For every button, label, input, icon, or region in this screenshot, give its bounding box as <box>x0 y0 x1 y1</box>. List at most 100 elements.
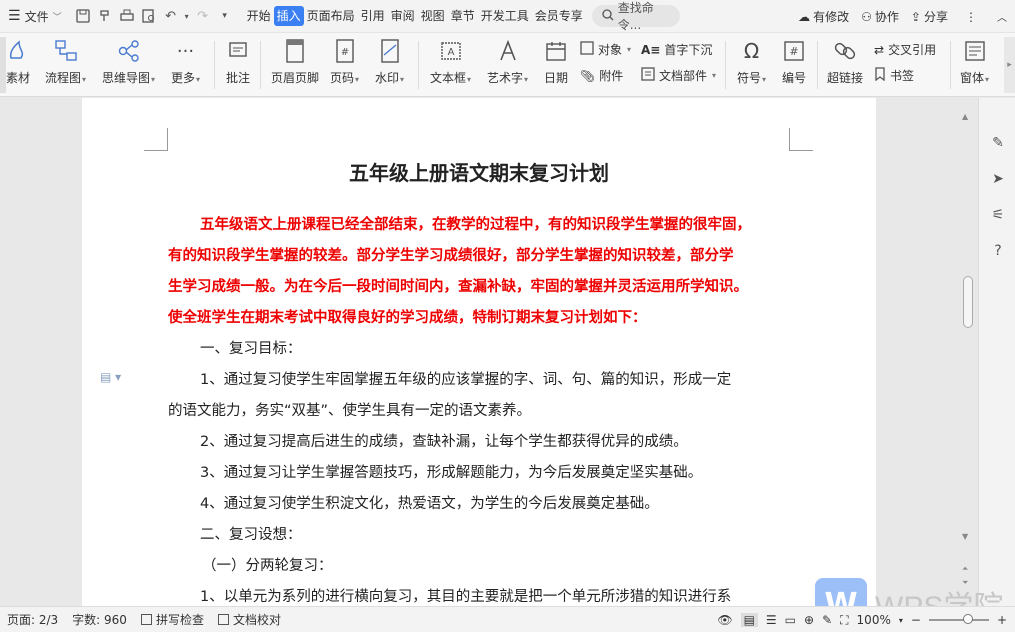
attachment-button[interactable]: 📎︎ 附件 <box>580 67 623 84</box>
spellcheck-toggle[interactable]: 拼写检查 <box>134 611 211 628</box>
paragraph-handle-icon[interactable]: ▤ ▾ <box>100 370 121 384</box>
bookmark-icon <box>874 67 886 84</box>
form-icon <box>963 39 987 63</box>
object-button[interactable]: 对象 ▾ <box>580 41 631 58</box>
ribbon-divider <box>725 41 726 89</box>
more-quick-icon[interactable]: ▾ <box>214 5 236 27</box>
format-painter-icon[interactable] <box>94 5 116 27</box>
date-button[interactable]: 日期 <box>544 39 568 86</box>
undo-icon[interactable]: ↶ <box>160 5 182 27</box>
outline-view-icon[interactable]: ☰ <box>766 613 777 627</box>
zoom-dropdown-icon[interactable]: ▾ <box>899 616 903 625</box>
ribbon-divider <box>260 41 261 89</box>
textbox-icon: A <box>439 39 463 63</box>
document-body: 五年级语文上册课程已经全部结束，在教学的过程中，有的知识段学生掌握的很牢固， 有… <box>168 210 798 606</box>
file-label: 文件 <box>24 9 49 24</box>
document-page[interactable]: 五年级上册语文期末复习计划 五年级语文上册课程已经全部结束，在教学的过程中，有的… <box>82 98 876 606</box>
header-footer-button[interactable]: 页眉页脚 <box>271 39 319 86</box>
flowchart-button[interactable]: 流程图▾ <box>45 39 86 86</box>
tab-home[interactable]: 开始 <box>244 6 274 26</box>
undo-dropdown-icon[interactable]: ▾ <box>182 5 192 27</box>
window-form-button[interactable]: 窗体▾ <box>960 39 989 86</box>
prev-page-icon[interactable]: ⏶ <box>962 564 968 574</box>
page-indicator[interactable]: 页面: 2/3 <box>0 611 65 628</box>
doc-parts-button[interactable]: 文档部件 ▾ <box>641 67 716 84</box>
tab-member[interactable]: 会员专享 <box>532 6 586 26</box>
page-number-icon: # <box>333 39 357 63</box>
file-menu[interactable]: ☰ 文件 ﹀ <box>4 5 66 27</box>
scroll-down-icon[interactable]: ▼ <box>962 532 968 541</box>
tab-chapter[interactable]: 章节 <box>448 6 478 26</box>
eye-protect-icon[interactable]: 👁︎ <box>717 613 732 627</box>
scrollbar-thumb[interactable] <box>963 276 973 328</box>
command-search-input[interactable]: 查找命令... <box>591 1 680 32</box>
object-icon <box>580 41 594 58</box>
mindmap-button[interactable]: 思维导图▾ <box>102 39 155 86</box>
intro-line: 五年级语文上册课程已经全部结束，在教学的过程中，有的知识段学生掌握的很牢固， <box>200 217 751 233</box>
zoom-level[interactable]: 100% <box>857 613 891 627</box>
menu-bar: ☰ 文件 ﹀ ↶ ▾ ↷ ▾ 开始 插入 页面布局 引用 审阅 视图 章节 开发… <box>0 0 1015 33</box>
dropcap-button[interactable]: A≡ 首字下沉 <box>641 41 712 58</box>
wordart-icon <box>496 39 520 63</box>
zoom-slider-knob[interactable] <box>962 614 973 624</box>
help-icon[interactable]: ? <box>989 242 1007 260</box>
tab-page-layout[interactable]: 页面布局 <box>304 6 358 26</box>
tab-developer[interactable]: 开发工具 <box>478 6 532 26</box>
calendar-icon <box>544 39 568 63</box>
collapse-ribbon-icon[interactable]: ︿ <box>989 9 1015 24</box>
word-count[interactable]: 字数: 960 <box>65 611 134 628</box>
paperclip-icon: 📎︎ <box>580 68 596 83</box>
edit-pen-icon[interactable]: ✎ <box>989 134 1007 152</box>
proofread-icon <box>217 614 229 625</box>
fit-page-icon[interactable]: ⛶ <box>840 613 848 628</box>
zoom-out-icon[interactable]: − <box>911 613 921 627</box>
zoom-slider[interactable] <box>928 614 989 624</box>
header-footer-icon <box>283 39 307 63</box>
status-bar: 页面: 2/3 字数: 960 拼写检查 文档校对 👁︎ ▤ ☰ ▭ ⊕ ✎ ⛶… <box>0 606 1015 632</box>
material-button[interactable]: 素材 <box>6 39 30 86</box>
textbox-button[interactable]: A 文本框▾ <box>430 39 471 86</box>
tab-references[interactable]: 引用 <box>358 6 388 26</box>
web-view-icon[interactable]: ⊕ <box>804 613 814 627</box>
svg-text:#: # <box>789 45 798 58</box>
print-preview-icon[interactable] <box>138 5 160 27</box>
more-menu-icon[interactable]: ⋮ <box>955 10 987 24</box>
page-view-icon[interactable]: ▤ <box>740 613 758 627</box>
crossref-icon: ⇄ <box>874 42 885 57</box>
share-button[interactable]: ⇪ 分享 <box>906 8 953 25</box>
tab-view[interactable]: 视图 <box>418 6 448 26</box>
bookmark-button[interactable]: 书签 <box>874 67 914 84</box>
zoom-in-icon[interactable]: + <box>997 613 1007 627</box>
redo-icon[interactable]: ↷ <box>192 5 214 27</box>
print-icon[interactable] <box>116 5 138 27</box>
hamburger-icon: ☰ <box>8 8 21 24</box>
scroll-up-icon[interactable]: ▲ <box>962 112 968 121</box>
intro-line: 生学习成绩一般。为在今后一段时间时间内，查漏补缺，牢固的掌握并灵活运用所学知识。 <box>168 279 748 295</box>
settings-sliders-icon[interactable]: ⚟ <box>989 206 1007 224</box>
ribbon-scroll-right[interactable]: ▸ <box>1004 37 1015 93</box>
watermark-button[interactable]: 水印▾ <box>375 39 404 86</box>
save-icon[interactable] <box>72 5 94 27</box>
modified-status[interactable]: ☁ 有修改 <box>793 8 854 25</box>
crossref-button[interactable]: ⇄ 交叉引用 <box>874 41 936 58</box>
comment-button[interactable]: 批注 <box>226 39 250 86</box>
wordart-button[interactable]: 艺术字▾ <box>487 39 528 86</box>
sub-heading: （一）分两轮复习： <box>202 558 333 574</box>
read-view-icon[interactable]: ▭ <box>785 613 796 627</box>
more-button[interactable]: ··· 更多▾ <box>171 39 200 86</box>
collab-button[interactable]: ⚇ 协作 <box>856 8 904 25</box>
ribbon-divider <box>418 41 419 89</box>
crop-mark <box>144 150 168 151</box>
hyperlink-button[interactable]: 超链接 <box>827 39 863 86</box>
write-mode-icon[interactable]: ✎ <box>822 613 832 627</box>
proofread-button[interactable]: 文档校对 <box>211 611 288 628</box>
mindmap-icon <box>117 39 141 63</box>
tab-review[interactable]: 审阅 <box>388 6 418 26</box>
numbering-button[interactable]: # 编号 <box>782 39 806 86</box>
vertical-scrollbar[interactable]: ▲ ▼ ⏶ ⏷ <box>958 98 978 606</box>
tab-insert[interactable]: 插入 <box>273 6 304 26</box>
select-cursor-icon[interactable]: ➤ <box>989 170 1007 188</box>
page-number-button[interactable]: # 页码▾ <box>330 39 359 86</box>
symbol-button[interactable]: Ω 符号▾ <box>737 39 766 86</box>
goal-item: 的语文能力，务实“双基”、使学生具有一定的语文素养。 <box>168 403 532 419</box>
